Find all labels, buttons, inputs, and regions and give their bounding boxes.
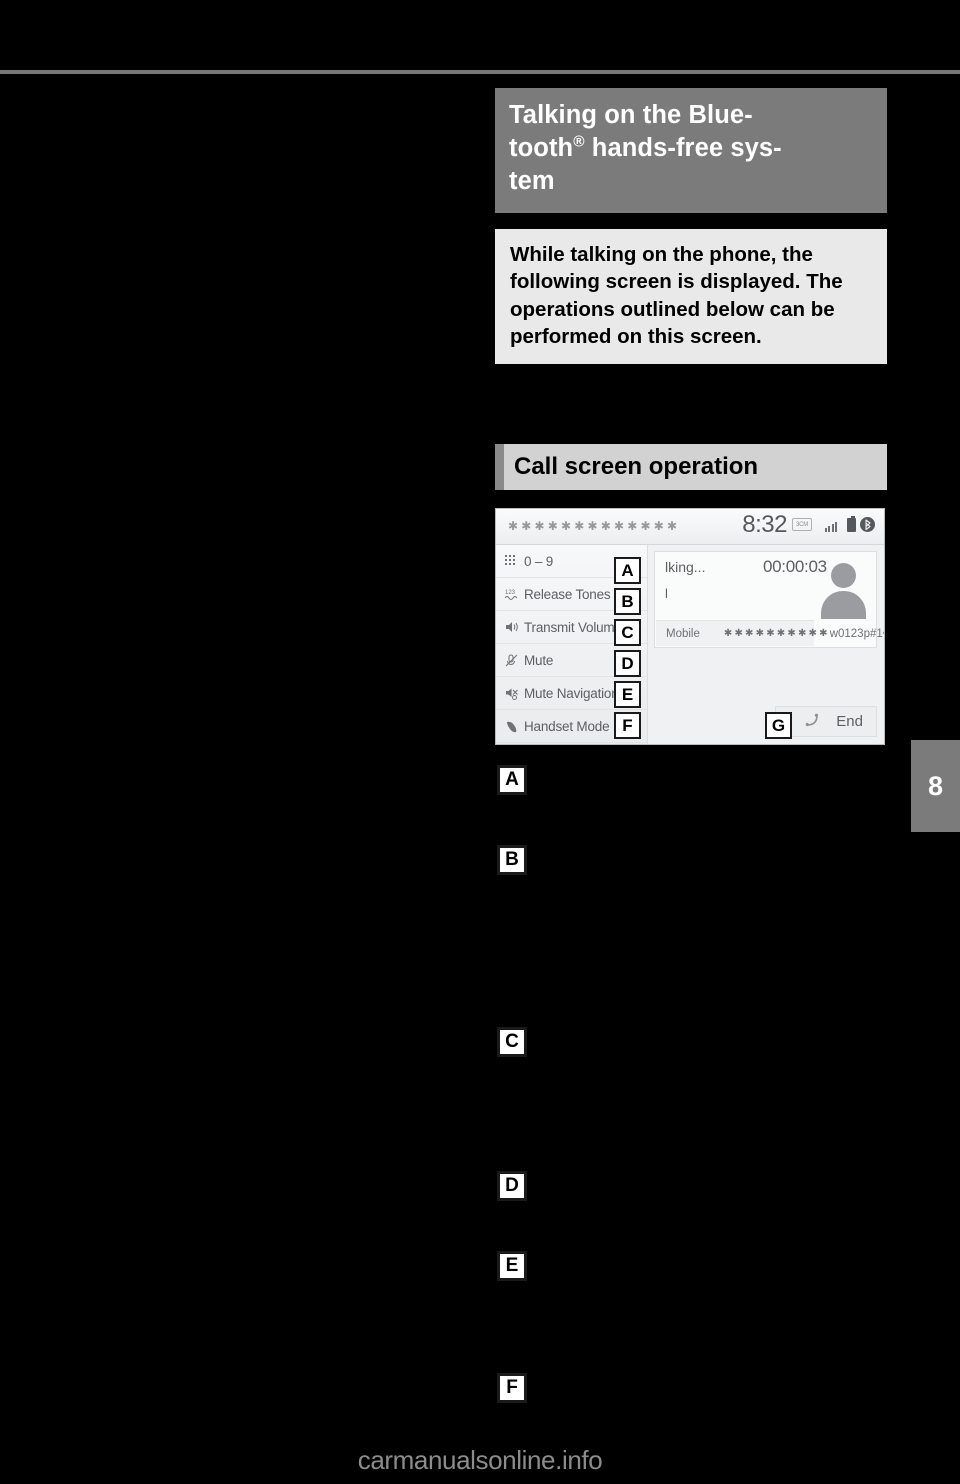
overlay-marker-b: B <box>614 588 641 615</box>
page-number-tab: 8 <box>911 740 960 832</box>
menu-item-label: 0 – 9 <box>524 553 554 569</box>
call-number-row: Mobile ✱✱✱✱✱✱✱✱✱✱ w0123p#1• <box>656 620 884 646</box>
heading-marker <box>495 444 504 490</box>
avatar-head <box>831 563 856 588</box>
mute-navigation-icon <box>505 687 524 700</box>
overlay-marker-e: E <box>614 681 641 708</box>
menu-item-label: Mute <box>524 652 554 668</box>
menu-item-label: Transmit Volume <box>524 619 622 635</box>
overlay-marker-c: C <box>614 619 641 646</box>
masked-title-text: ✱✱✱✱✱✱✱✱✱✱✱✱✱ <box>508 519 681 533</box>
line-type-label: Mobile <box>666 627 700 640</box>
clock-text: 8:32 <box>742 511 787 538</box>
section-title: Talking on the Blue- tooth® hands-free s… <box>495 88 887 214</box>
callout-a: A <box>497 765 527 795</box>
end-call-label: End <box>836 713 863 730</box>
keypad-icon <box>505 555 524 567</box>
menu-item-label: Release Tones <box>524 586 611 602</box>
overlay-marker-f: F <box>614 712 641 739</box>
call-screen-illustration: ✱✱✱✱✱✱✱✱✱✱✱✱✱ 8:32 3CM 0 – 9 123 Release… <box>495 508 885 745</box>
signal-bars-icon <box>824 520 837 532</box>
section-title-line1: Talking on the Blue- <box>509 101 753 129</box>
call-status-text: lking... <box>665 559 706 575</box>
call-card: lking... 00:00:03 l Mobile ✱✱✱✱✱✱✱✱✱✱ w0… <box>654 551 884 648</box>
bluetooth-icon <box>860 517 875 532</box>
phone-number-masked: ✱✱✱✱✱✱✱✱✱✱ <box>723 628 830 639</box>
handset-mode-icon <box>505 720 524 733</box>
intro-text: While talking on the phone, the followin… <box>510 243 843 348</box>
avatar-body <box>821 591 866 619</box>
section-title-line2a: tooth <box>509 134 574 163</box>
overlay-marker-g: G <box>765 712 792 739</box>
extension-text: w0123p#1• <box>829 627 885 640</box>
mute-mic-icon <box>505 654 524 667</box>
callout-e: E <box>497 1251 527 1281</box>
menu-item-label: Handset Mode <box>524 718 610 734</box>
handset-hangup-icon <box>802 709 826 733</box>
callout-d: D <box>497 1171 527 1201</box>
page-number: 8 <box>927 770 944 801</box>
nav-body: 0 – 9 123 Release Tones Transmit Volume … <box>496 545 884 744</box>
svg-text:123: 123 <box>505 590 516 596</box>
battery-icon <box>847 515 856 532</box>
contact-avatar-icon <box>817 557 870 619</box>
overlay-marker-d: D <box>614 650 641 677</box>
overlay-marker-a: A <box>614 557 641 584</box>
callout-b: B <box>497 845 527 875</box>
speaker-volume-icon <box>505 621 524 633</box>
callout-c: C <box>497 1027 527 1057</box>
callout-f: F <box>497 1373 527 1403</box>
subsection-heading-text: Call screen operation <box>514 453 759 480</box>
intro-box: While talking on the phone, the followin… <box>495 229 887 364</box>
section-title-line3: tem <box>509 167 555 196</box>
release-tones-icon: 123 <box>505 588 524 601</box>
subsection-heading: Call screen operation <box>495 444 887 490</box>
header-rule <box>0 70 960 74</box>
registered-mark: ® <box>573 133 585 151</box>
manual-page: 8 Talking on the Blue- tooth® hands-free… <box>0 0 960 1484</box>
site-watermark: carmanualsonline.info <box>357 1445 603 1475</box>
caller-name-text: l <box>665 586 668 601</box>
carrier-badge: 3CM <box>792 518 812 531</box>
heading-bar: Call screen operation <box>504 444 887 490</box>
section-title-line2b: hands-free sys- <box>584 134 782 163</box>
menu-item-label: Mute Navigation <box>524 685 619 701</box>
nav-status-bar: ✱✱✱✱✱✱✱✱✱✱✱✱✱ 8:32 3CM <box>496 509 884 545</box>
